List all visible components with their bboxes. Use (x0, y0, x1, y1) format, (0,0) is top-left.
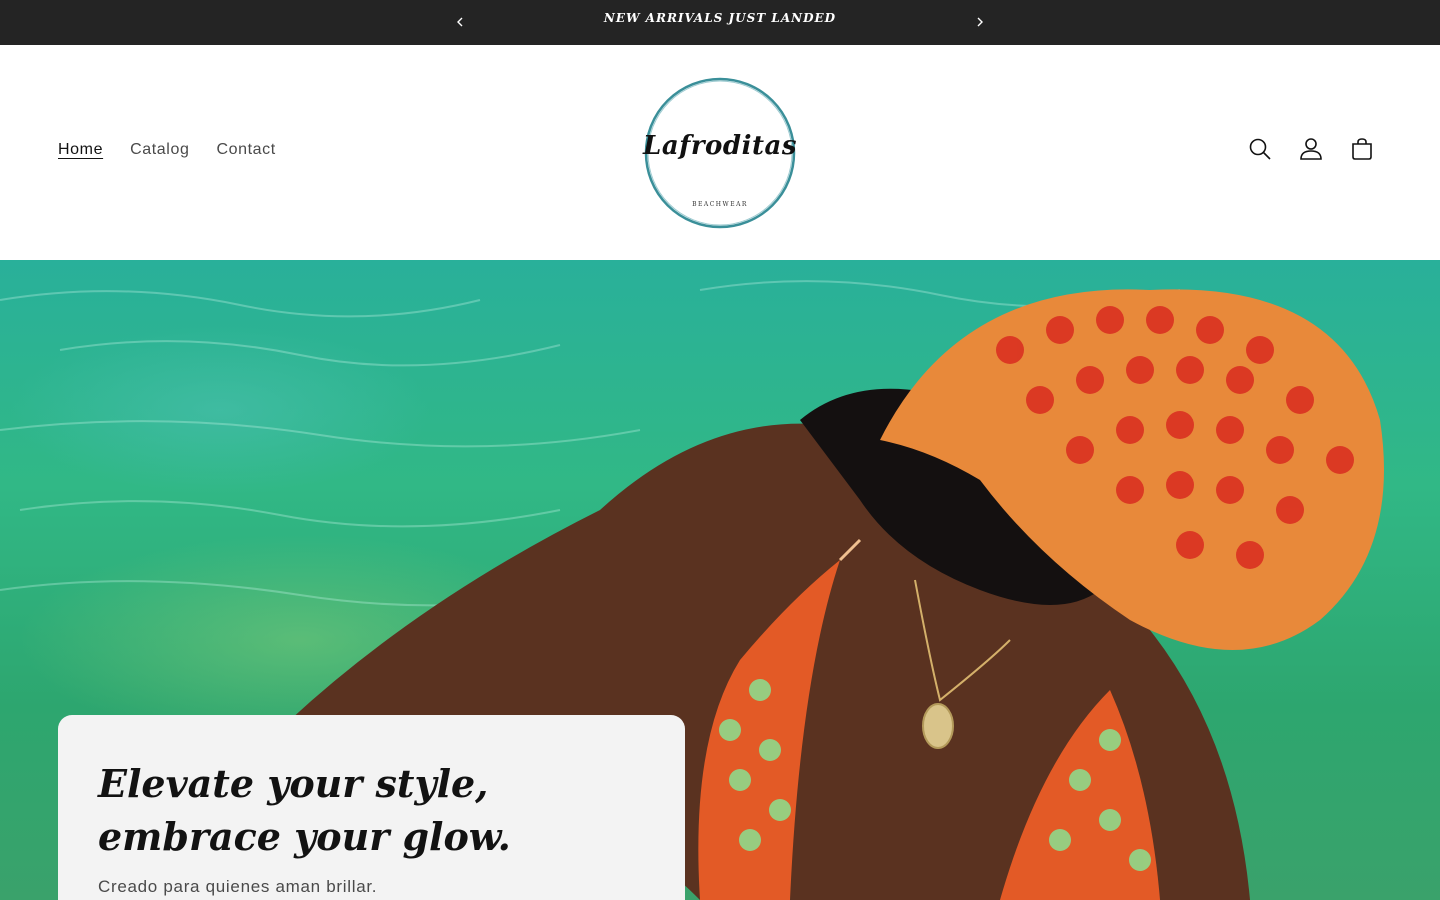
hero-subtext: Creado para quienes aman brillar. (98, 877, 378, 896)
account-icon (1300, 138, 1322, 160)
brand-logo[interactable]: Lafroditas BEACHWEAR (642, 75, 798, 231)
nav-contact-link[interactable]: Contact (216, 141, 275, 159)
hero-heading: Elevate your style, embrace your glow. (98, 761, 511, 859)
header-icons (1248, 137, 1374, 161)
cart-icon (1352, 138, 1372, 160)
next-announcement-button[interactable] (970, 12, 990, 32)
search-button[interactable] (1248, 137, 1272, 161)
hero-banner: Elevate your style, embrace your glow. C… (0, 260, 1440, 900)
nav-home-link[interactable]: Home (58, 141, 103, 159)
announcement-bar: NEW ARRIVALS JUST LANDED (0, 0, 1440, 45)
site-header: Home Catalog Contact Lafroditas BEACHWEA… (0, 45, 1440, 260)
main-nav: Home Catalog Contact (58, 141, 276, 159)
announcement-message: NEW ARRIVALS JUST LANDED (603, 11, 837, 25)
logo-tagline: BEACHWEAR (692, 201, 748, 208)
chevron-right-icon (977, 17, 983, 27)
cart-button[interactable] (1350, 137, 1374, 161)
nav-catalog-link[interactable]: Catalog (130, 141, 189, 159)
account-button[interactable] (1299, 137, 1323, 161)
search-icon (1249, 138, 1271, 160)
hero-text-card: Elevate your style, embrace your glow. C… (58, 715, 685, 900)
logo-brand-name: Lafroditas (643, 131, 797, 161)
